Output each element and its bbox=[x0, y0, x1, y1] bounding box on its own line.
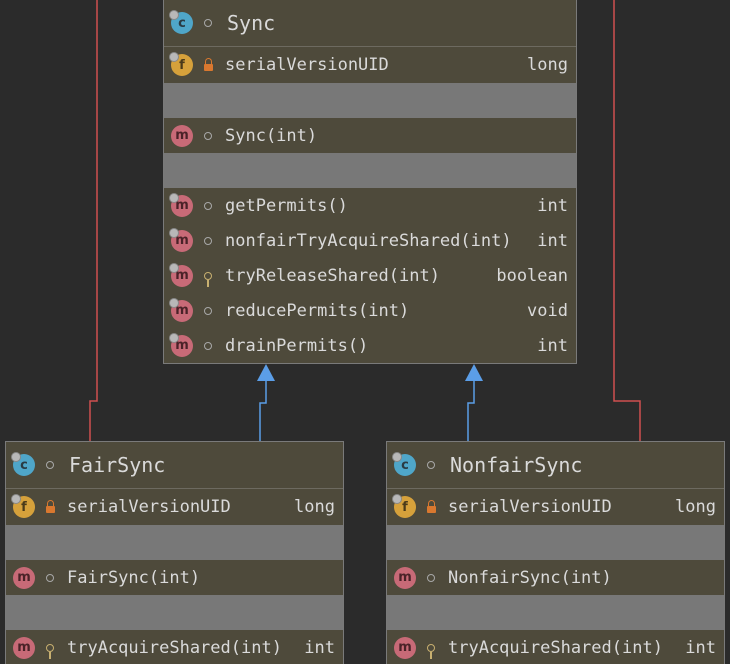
package-visibility-icon bbox=[43, 573, 57, 582]
package-visibility-icon bbox=[201, 201, 215, 210]
method-name: drainPermits() bbox=[225, 335, 369, 356]
field-icon: f bbox=[11, 494, 35, 518]
method-name: reducePermits(int) bbox=[225, 300, 410, 321]
method-name: getPermits() bbox=[225, 195, 348, 216]
field-type: long bbox=[675, 497, 716, 517]
method-icon: m bbox=[394, 636, 416, 659]
class-icon: c bbox=[392, 452, 416, 476]
empty-section bbox=[164, 83, 576, 118]
protected-key-icon bbox=[43, 643, 57, 659]
method-icon: m bbox=[169, 262, 193, 287]
private-lock-icon bbox=[201, 57, 215, 71]
package-visibility-icon bbox=[201, 306, 215, 315]
package-visibility-icon bbox=[43, 461, 57, 469]
method-return-type: boolean bbox=[496, 265, 568, 286]
method-row-reducepermits[interactable]: m reducePermits(int) void bbox=[164, 293, 576, 328]
nonfairsync-extends-arrowhead bbox=[465, 364, 483, 381]
method-icon: m bbox=[394, 566, 416, 589]
field-icon: f bbox=[169, 52, 193, 76]
package-visibility-icon bbox=[201, 131, 215, 140]
field-name: serialVersionUID bbox=[448, 497, 612, 517]
inner-class-line-right bbox=[613, 0, 641, 441]
nonfairsync-class-header[interactable]: c NonfairSync bbox=[387, 442, 724, 488]
method-icon: m bbox=[169, 297, 193, 322]
method-name: nonfairTryAcquireShared(int) bbox=[225, 230, 512, 251]
sync-class-header[interactable]: c Sync bbox=[164, 0, 576, 46]
protected-key-icon bbox=[424, 643, 438, 659]
private-lock-icon bbox=[43, 499, 57, 513]
package-visibility-icon bbox=[201, 19, 215, 27]
protected-key-icon bbox=[201, 271, 215, 287]
method-icon: m bbox=[13, 566, 35, 589]
constructor-name: FairSync(int) bbox=[67, 567, 201, 588]
field-name: serialVersionUID bbox=[225, 55, 389, 75]
method-name: tryAcquireShared(int) bbox=[448, 637, 663, 658]
method-return-type: int bbox=[537, 230, 568, 251]
method-row-drainpermits[interactable]: m drainPermits() int bbox=[164, 328, 576, 363]
package-visibility-icon bbox=[424, 461, 438, 469]
method-row-nonfairtryacquireshared[interactable]: m nonfairTryAcquireShared(int) int bbox=[164, 223, 576, 258]
constructor-row[interactable]: m FairSync(int) bbox=[6, 560, 343, 595]
method-row-tryacquireshared[interactable]: m tryAcquireShared(int) int bbox=[387, 630, 724, 664]
field-name: serialVersionUID bbox=[67, 497, 231, 517]
method-icon: m bbox=[13, 636, 35, 659]
package-visibility-icon bbox=[424, 573, 438, 582]
empty-section bbox=[387, 525, 724, 560]
class-icon: c bbox=[11, 452, 35, 476]
method-icon: m bbox=[169, 227, 193, 252]
nonfairsync-extends-line bbox=[467, 380, 475, 441]
inner-class-line-left bbox=[89, 0, 98, 441]
field-icon: f bbox=[392, 494, 416, 518]
empty-section bbox=[164, 153, 576, 188]
field-row[interactable]: f serialVersionUID long bbox=[6, 489, 343, 525]
method-row-getpermits[interactable]: m getPermits() int bbox=[164, 188, 576, 223]
method-return-type: void bbox=[527, 300, 568, 321]
class-name: FairSync bbox=[69, 453, 166, 477]
method-row-tryacquireshared[interactable]: m tryAcquireShared(int) int bbox=[6, 630, 343, 664]
field-type: long bbox=[527, 55, 568, 75]
method-icon: m bbox=[169, 192, 193, 217]
field-row[interactable]: f serialVersionUID long bbox=[387, 489, 724, 525]
fairsync-extends-line bbox=[259, 380, 267, 441]
constructor-name: NonfairSync(int) bbox=[448, 567, 612, 588]
nonfairsync-class-box[interactable]: c NonfairSync f serialVersionUID long m … bbox=[386, 441, 725, 664]
constructor-row[interactable]: m Sync(int) bbox=[164, 118, 576, 153]
constructor-name: Sync(int) bbox=[225, 125, 318, 146]
method-return-type: int bbox=[685, 637, 716, 658]
method-name: tryAcquireShared(int) bbox=[67, 637, 282, 658]
field-row[interactable]: f serialVersionUID long bbox=[164, 47, 576, 83]
method-icon: m bbox=[171, 124, 193, 147]
method-return-type: int bbox=[537, 195, 568, 216]
field-type: long bbox=[294, 497, 335, 517]
method-return-type: int bbox=[537, 335, 568, 356]
empty-section bbox=[6, 595, 343, 630]
fairsync-extends-arrowhead bbox=[257, 364, 275, 381]
fairsync-class-header[interactable]: c FairSync bbox=[6, 442, 343, 488]
private-lock-icon bbox=[424, 499, 438, 513]
empty-section bbox=[6, 525, 343, 560]
package-visibility-icon bbox=[201, 341, 215, 350]
method-name: tryReleaseShared(int) bbox=[225, 265, 440, 286]
fairsync-class-box[interactable]: c FairSync f serialVersionUID long m Fai… bbox=[5, 441, 344, 664]
class-name: NonfairSync bbox=[450, 453, 583, 477]
method-row-tryreleaseshared[interactable]: m tryReleaseShared(int) boolean bbox=[164, 258, 576, 293]
sync-class-box[interactable]: c Sync f serialVersionUID long m Sync(in… bbox=[163, 0, 577, 364]
method-icon: m bbox=[169, 332, 193, 357]
package-visibility-icon bbox=[201, 236, 215, 245]
method-return-type: int bbox=[304, 637, 335, 658]
class-name: Sync bbox=[227, 11, 276, 35]
empty-section bbox=[387, 595, 724, 630]
uml-diagram-canvas: c Sync f serialVersionUID long m Sync(in… bbox=[0, 0, 730, 664]
constructor-row[interactable]: m NonfairSync(int) bbox=[387, 560, 724, 595]
class-icon: c bbox=[169, 10, 193, 34]
